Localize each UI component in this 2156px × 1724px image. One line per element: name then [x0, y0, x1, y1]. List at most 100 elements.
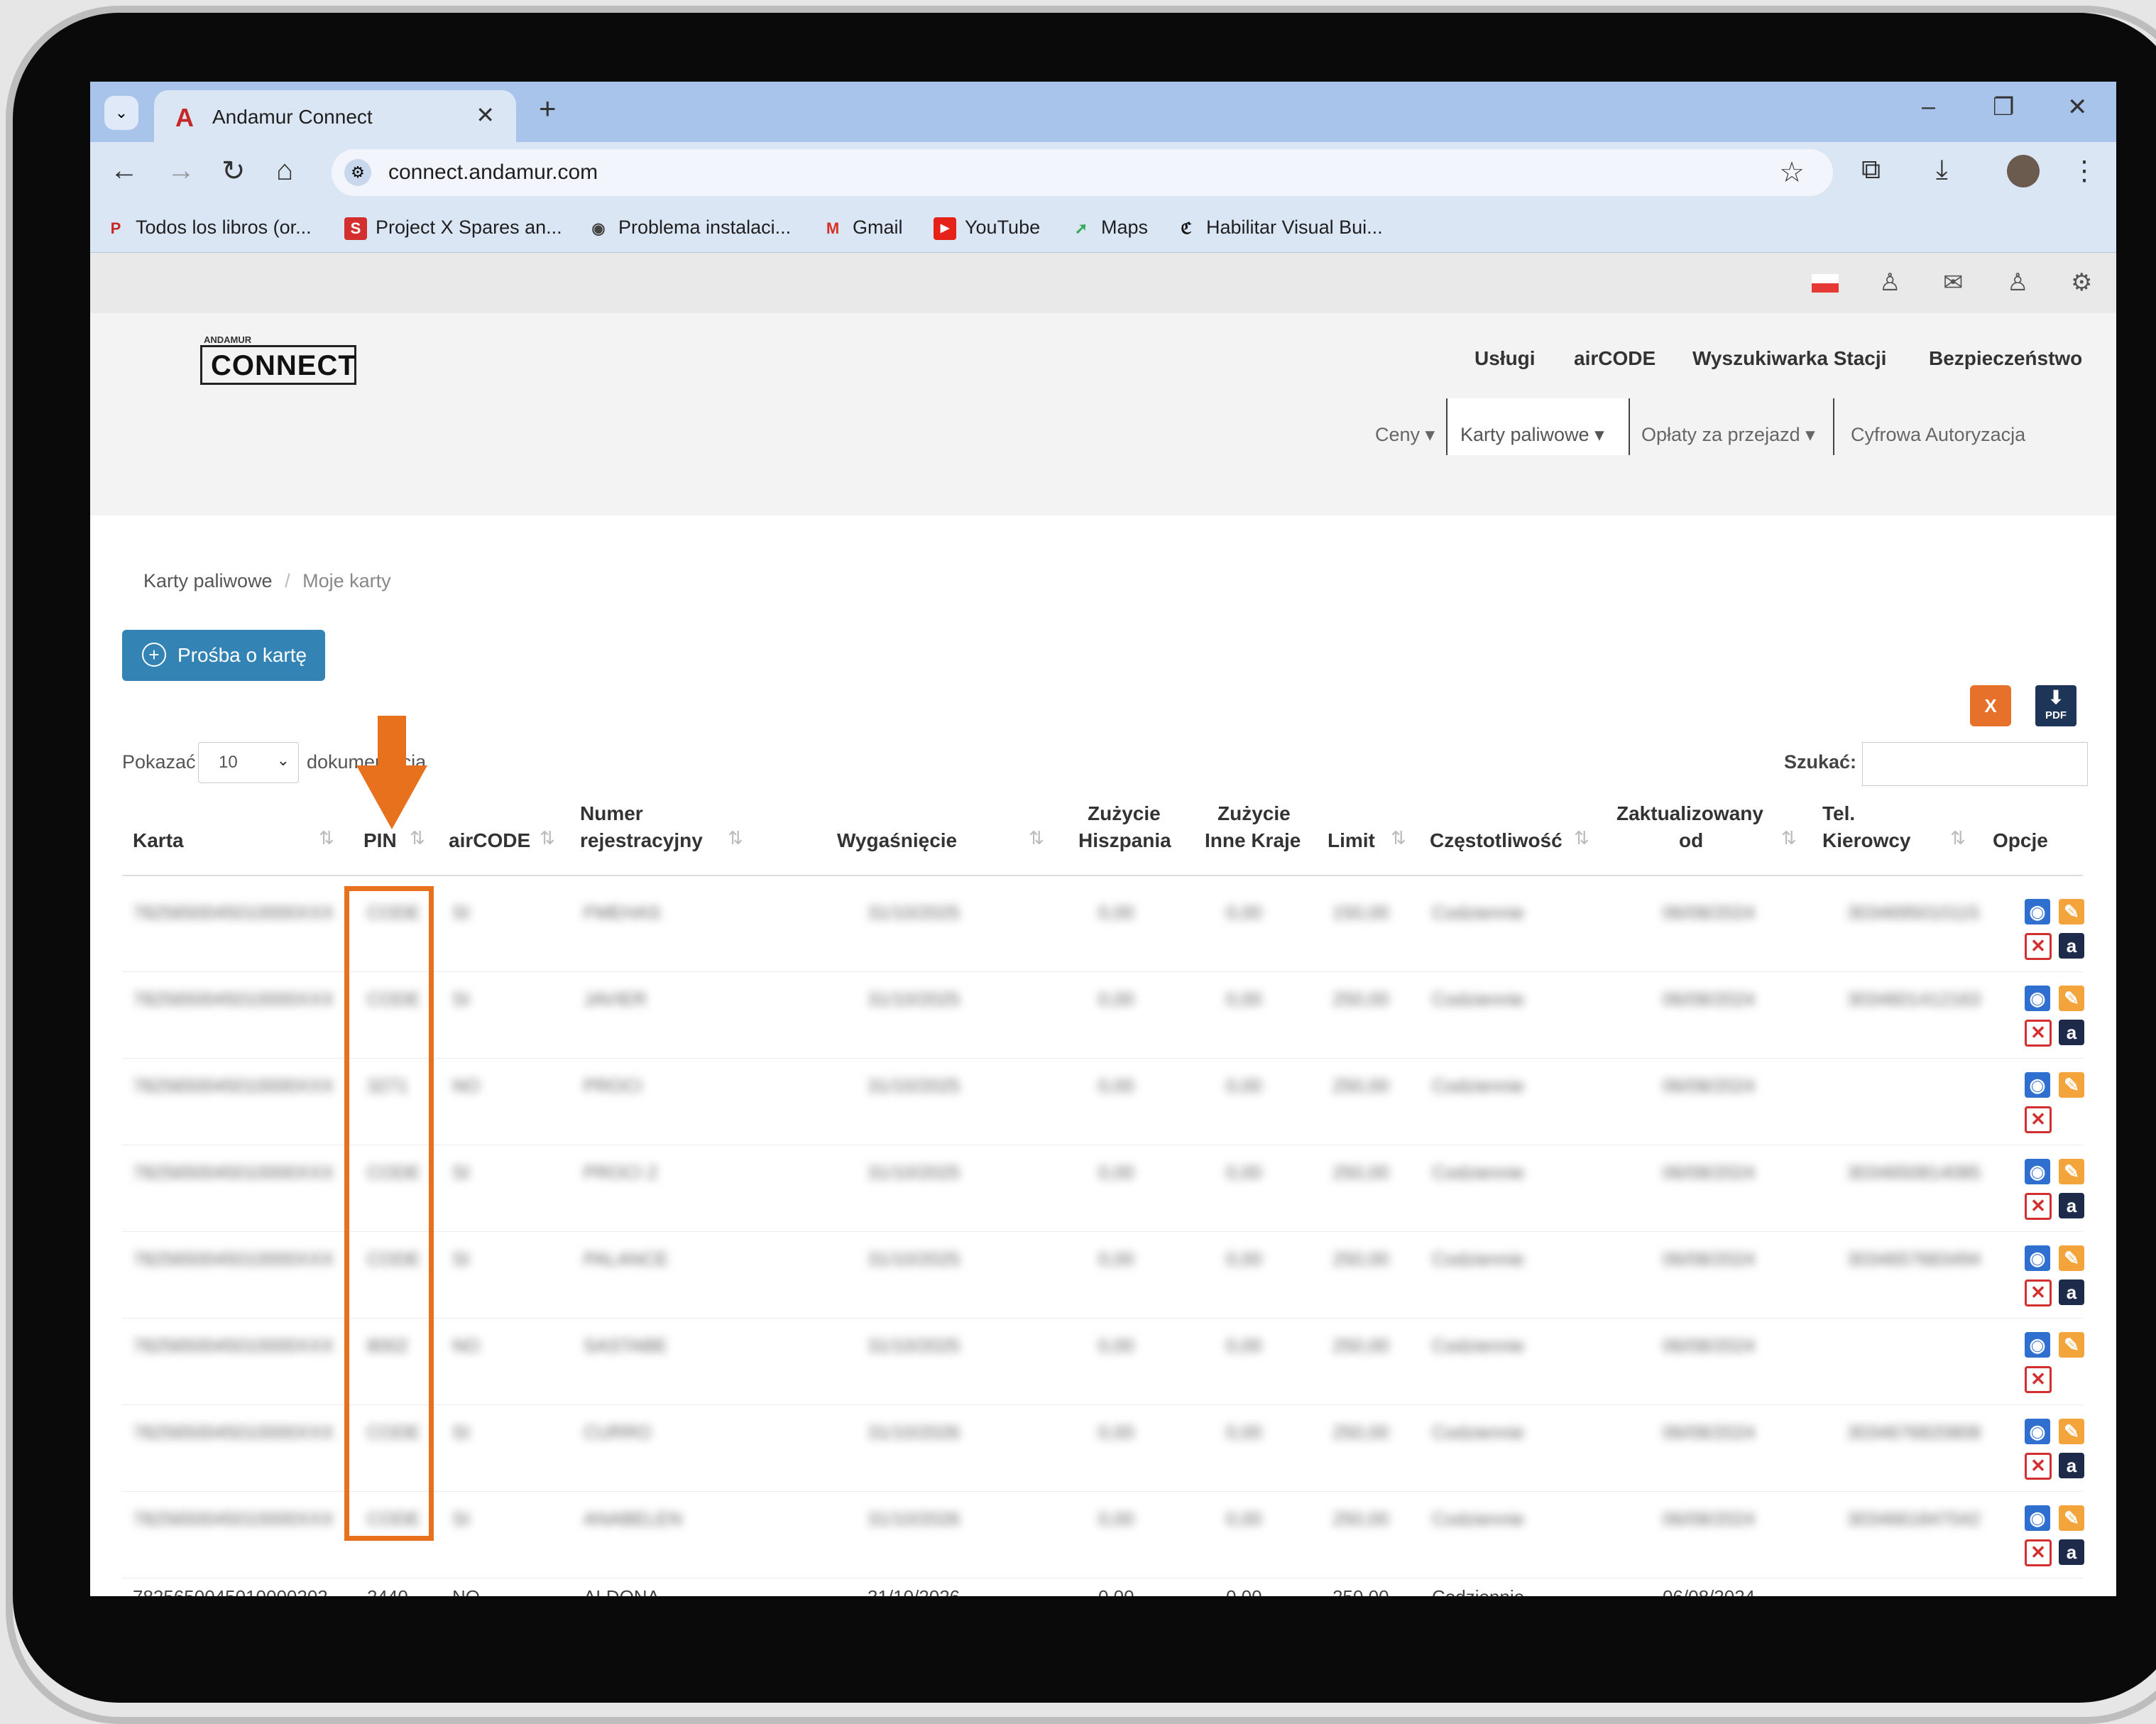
new-tab-icon[interactable]: + [539, 92, 557, 126]
delete-x-icon[interactable]: ✕ [2025, 1366, 2052, 1393]
delete-x-icon[interactable]: ✕ [2025, 1193, 2052, 1220]
bookmark-item[interactable]: ➚ Maps [1070, 217, 1148, 240]
subnav-oplaty[interactable]: Opłaty za przejazd ▾ [1641, 424, 1815, 446]
view-eye-icon[interactable]: ◉ [2025, 1245, 2050, 1271]
subnav-ceny[interactable]: Ceny ▾ [1375, 424, 1435, 446]
minimize-icon[interactable]: – [1922, 93, 1935, 121]
view-eye-icon[interactable]: ◉ [2025, 1505, 2050, 1531]
delete-x-icon[interactable]: ✕ [2025, 1280, 2052, 1306]
sort-icon[interactable]: ⇅ [1029, 827, 1044, 849]
sort-icon[interactable]: ⇅ [410, 827, 425, 849]
restore-icon[interactable]: ❐ [1993, 93, 2014, 121]
sort-icon[interactable]: ⇅ [319, 827, 334, 849]
bookmark-star-icon[interactable]: ☆ [1779, 156, 1805, 189]
th-zaktualizowany-line2[interactable]: od [1679, 827, 1703, 854]
view-eye-icon[interactable]: ◉ [2025, 1159, 2050, 1184]
aircode-icon[interactable]: a [2059, 1539, 2084, 1565]
delete-x-icon[interactable]: ✕ [2025, 1020, 2052, 1047]
view-eye-icon[interactable]: ◉ [2025, 1332, 2050, 1358]
delete-x-icon[interactable]: ✕ [2025, 1539, 2052, 1566]
excel-export-icon[interactable]: X [1970, 685, 2011, 726]
close-tab-icon[interactable]: ✕ [476, 102, 495, 129]
sort-icon[interactable]: ⇅ [1391, 827, 1406, 849]
pdf-export-icon[interactable]: ⬇ PDF [2035, 685, 2076, 726]
sort-icon[interactable]: ⇅ [728, 827, 743, 849]
reload-icon[interactable]: ↻ [221, 155, 246, 187]
breadcrumb-parent[interactable]: Karty paliwowe [143, 570, 273, 591]
edit-pencil-icon[interactable]: ✎ [2059, 1332, 2084, 1358]
edit-pencil-icon[interactable]: ✎ [2059, 1159, 2084, 1184]
search-input[interactable] [1862, 742, 2088, 786]
sort-icon[interactable]: ⇅ [1574, 827, 1589, 849]
forward-icon[interactable]: → [167, 155, 195, 187]
edit-pencil-icon[interactable]: ✎ [2059, 1505, 2084, 1531]
th-zuzycie-hiszpania-line2[interactable]: Hiszpania [1078, 827, 1171, 854]
th-tel-line1[interactable]: Tel. [1822, 800, 1855, 827]
aircode-icon[interactable]: a [2059, 933, 2084, 959]
th-tel-line2[interactable]: Kierowcy [1822, 827, 1911, 854]
address-bar[interactable]: ⚙ connect.andamur.com ☆ [332, 149, 1833, 196]
account-icon[interactable]: ♙ [2007, 268, 2028, 297]
entries-select[interactable]: 10 ⌄ [198, 742, 299, 783]
th-numer-line1[interactable]: Numer [580, 800, 643, 827]
edit-pencil-icon[interactable]: ✎ [2059, 1419, 2084, 1444]
aircode-icon[interactable]: a [2059, 1193, 2084, 1218]
andamur-connect-logo[interactable]: CONNECT [200, 345, 356, 385]
tab-search-icon[interactable]: ⌄ [104, 96, 138, 130]
edit-pencil-icon[interactable]: ✎ [2059, 1245, 2084, 1271]
close-window-icon[interactable]: ✕ [2067, 93, 2088, 121]
th-zuzycie-hiszpania-line1[interactable]: Zużycie [1088, 800, 1161, 827]
user-icon[interactable]: ♙ [1879, 268, 1900, 297]
edit-pencil-icon[interactable]: ✎ [2059, 1072, 2084, 1098]
bookmark-item[interactable]: S Project X Spares an... [344, 217, 562, 240]
nav-aircode[interactable]: airCODE [1574, 347, 1656, 370]
th-limit[interactable]: Limit [1328, 827, 1375, 854]
subnav-karty-paliwowe[interactable]: Karty paliwowe ▾ [1460, 424, 1604, 446]
menu-icon[interactable]: ⋮ [2071, 155, 2098, 187]
sort-icon[interactable]: ⇅ [1950, 827, 1966, 849]
home-icon[interactable]: ⌂ [276, 155, 293, 187]
back-icon[interactable]: ← [110, 155, 138, 187]
nav-bezpieczenstwo[interactable]: Bezpieczeństwo [1929, 347, 2082, 370]
sort-icon[interactable]: ⇅ [540, 827, 555, 849]
browser-tab[interactable]: A Andamur Connect ✕ [154, 90, 516, 142]
th-numer-line2[interactable]: rejestracyjny [580, 827, 703, 854]
bookmark-item[interactable]: ▶ YouTube [934, 217, 1040, 240]
aircode-icon[interactable]: a [2059, 1280, 2084, 1305]
th-karta[interactable]: Karta [133, 827, 184, 854]
th-zuzycie-inne-line2[interactable]: Inne Kraje [1205, 827, 1301, 854]
th-wygasniecie[interactable]: Wygaśnięcie [837, 827, 957, 854]
sort-icon[interactable]: ⇅ [1781, 827, 1797, 849]
profile-avatar[interactable] [2007, 155, 2040, 187]
aircode-icon[interactable]: a [2059, 1453, 2084, 1478]
site-info-icon[interactable]: ⚙ [344, 159, 371, 186]
mail-icon[interactable]: ✉ [1943, 268, 1964, 297]
view-eye-icon[interactable]: ◉ [2025, 1072, 2050, 1098]
view-eye-icon[interactable]: ◉ [2025, 986, 2050, 1011]
nav-wyszukiwarka[interactable]: Wyszukiwarka Stacji [1692, 347, 1886, 370]
edit-pencil-icon[interactable]: ✎ [2059, 899, 2084, 924]
request-card-button[interactable]: + Prośba o kartę [122, 630, 325, 681]
nav-uslugi[interactable]: Usługi [1474, 347, 1536, 370]
delete-x-icon[interactable]: ✕ [2025, 933, 2052, 960]
th-zaktualizowany-line1[interactable]: Zaktualizowany [1616, 800, 1763, 827]
edit-pencil-icon[interactable]: ✎ [2059, 986, 2084, 1011]
th-zuzycie-inne-line1[interactable]: Zużycie [1217, 800, 1291, 827]
th-czestotliwosc[interactable]: Częstotliwość [1430, 827, 1563, 854]
poland-flag-icon[interactable] [1812, 274, 1839, 293]
view-eye-icon[interactable]: ◉ [2025, 899, 2050, 924]
bookmark-item[interactable]: ◉ Problema instalaci... [587, 217, 791, 240]
extensions-icon[interactable]: ⧉ [1861, 155, 1881, 185]
th-aircode[interactable]: airCODE [449, 827, 530, 854]
aircode-icon[interactable]: a [2059, 1020, 2084, 1045]
settings-icon[interactable]: ⚙ [2071, 268, 2092, 297]
subnav-cyfrowa[interactable]: Cyfrowa Autoryzacja [1851, 424, 2025, 446]
delete-x-icon[interactable]: ✕ [2025, 1453, 2052, 1480]
view-eye-icon[interactable]: ◉ [2025, 1419, 2050, 1444]
download-icon[interactable]: ⤓ [1936, 155, 1948, 185]
th-pin[interactable]: PIN [363, 827, 397, 854]
bookmark-item[interactable]: M Gmail [821, 217, 903, 240]
delete-x-icon[interactable]: ✕ [2025, 1106, 2052, 1133]
bookmark-item[interactable]: P Todos los libros (or... [104, 217, 312, 240]
bookmark-item[interactable]: ℭ Habilitar Visual Bui... [1175, 217, 1382, 240]
